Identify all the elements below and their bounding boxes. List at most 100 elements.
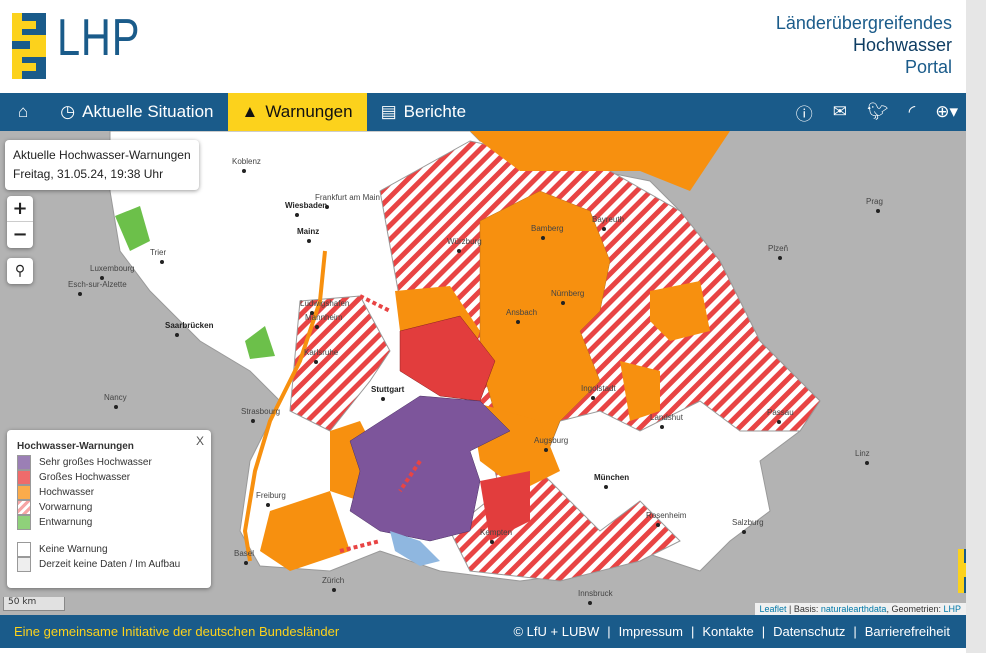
city-dot	[242, 169, 246, 173]
city-dot	[114, 405, 118, 409]
city-dot	[778, 256, 782, 260]
info-date: Freitag, 31.05.24, 19:38 Uhr	[13, 167, 164, 181]
city-label: Plzeň	[768, 244, 789, 253]
title-line-3: Portal	[904, 57, 952, 77]
legend-label: Vorwarnung	[39, 502, 93, 513]
city-dot	[777, 420, 781, 424]
legend-label: Keine Warnung	[39, 544, 108, 555]
legend-item: Entwarnung	[17, 515, 201, 530]
city-dot	[591, 396, 595, 400]
city-dot	[314, 360, 318, 364]
warning-info-box: Aktuelle Hochwasser-Warnungen Freitag, 3…	[5, 140, 199, 190]
city-dot	[541, 236, 545, 240]
title-line-1: Länderübergreifendes	[775, 13, 952, 33]
footer-kontakte[interactable]: Kontakte	[702, 624, 753, 639]
info-title: Aktuelle Hochwasser-Warnungen	[13, 148, 191, 162]
legend-label: Großes Hochwasser	[39, 472, 131, 483]
city-label: Augsburg	[534, 436, 569, 445]
clock-icon: ◷	[60, 102, 76, 121]
city-dot	[865, 461, 869, 465]
header: LHP Länderübergreifendes Hochwasser Port…	[0, 0, 966, 93]
zoom-control: + −	[7, 196, 33, 248]
city-dot	[544, 448, 548, 452]
city-dot	[457, 249, 461, 253]
city-label: Ludwigshafen	[300, 299, 350, 308]
city-dot	[244, 561, 248, 565]
nav-label: Aktuelle Situation	[82, 102, 214, 121]
city-label: Strasbourg	[241, 407, 281, 416]
legend-title: Hochwasser-Warnungen	[17, 441, 134, 452]
city-label: Nürnberg	[551, 289, 585, 298]
city-label: Luxembourg	[90, 264, 135, 273]
city-dot	[660, 425, 664, 429]
nav-berichte[interactable]: ▤ Berichte	[367, 93, 480, 131]
mail-icon[interactable]: ✉	[833, 102, 847, 122]
nav-warnungen[interactable]: ▲ Warnungen	[227, 93, 367, 131]
city-label: Landshut	[650, 413, 683, 422]
legend-item: Vorwarnung	[17, 500, 201, 515]
home-button[interactable]: ⌂	[0, 93, 46, 131]
legend-item: Hochwasser	[17, 485, 201, 500]
city-dot	[310, 311, 314, 315]
globe-icon[interactable]: ⊕▾	[935, 102, 958, 122]
legend-swatch	[17, 557, 31, 572]
city-dot	[604, 485, 608, 489]
attrib-text: , Geometrien:	[886, 604, 944, 614]
city-dot	[876, 209, 880, 213]
attribution: Leaflet | Basis: naturalearthdata, Geome…	[754, 603, 966, 615]
footer-copyright[interactable]: © LfU + LUBW	[513, 624, 599, 639]
legend-close-button[interactable]: X	[196, 434, 204, 448]
naturalearth-link[interactable]: naturalearthdata	[821, 604, 887, 614]
legend-swatch	[17, 455, 31, 470]
footer-datenschutz[interactable]: Datenschutz	[773, 624, 845, 639]
lhp-logo[interactable]	[12, 13, 46, 83]
footer-impressum[interactable]: Impressum	[619, 624, 683, 639]
city-label: Linz	[855, 449, 870, 458]
rss-icon[interactable]: ◜	[909, 102, 916, 122]
city-dot	[516, 320, 520, 324]
city-label: Salzburg	[732, 518, 764, 527]
footer-tagline: Eine gemeinsame Initiative der deutschen…	[14, 624, 340, 639]
legend-label: Sehr großes Hochwasser	[39, 457, 152, 468]
info-icon[interactable]: ⓘ	[796, 100, 813, 125]
home-icon: ⌂	[18, 102, 29, 121]
city-label: Freiburg	[256, 491, 286, 500]
city-label: Mainz	[297, 227, 320, 236]
legend-swatch	[17, 500, 31, 515]
portal-title: Länderübergreifendes Hochwasser Portal	[776, 12, 952, 78]
zoom-out-button[interactable]: −	[7, 222, 33, 248]
zoom-in-button[interactable]: +	[7, 196, 33, 222]
legend-swatch	[17, 542, 31, 557]
city-label: Trier	[150, 248, 167, 257]
city-label: Nancy	[104, 393, 127, 402]
footer-barrierefreiheit[interactable]: Barrierefreiheit	[865, 624, 950, 639]
city-dot	[588, 601, 592, 605]
logo-text: LHP	[57, 9, 141, 67]
city-label: Basel	[234, 549, 255, 558]
legend-item: Großes Hochwasser	[17, 470, 201, 485]
lhp-link[interactable]: LHP	[943, 604, 961, 614]
scale-bar: 50 km	[3, 597, 65, 611]
leaflet-link[interactable]: Leaflet	[760, 604, 787, 614]
city-label: Karlsruhe	[304, 348, 339, 357]
city-label: Kempten	[480, 528, 513, 537]
city-label: Rosenheim	[646, 511, 687, 520]
map[interactable]: Koblenz Frankfurt am Main Wiesbaden Mainz Wü…	[0, 131, 966, 615]
city-dot	[295, 213, 299, 217]
legend-item: Derzeit keine Daten / Im Aufbau	[17, 557, 201, 572]
footer: Eine gemeinsame Initiative der deutschen…	[0, 615, 966, 648]
city-label: Koblenz	[232, 157, 261, 166]
city-label: Passau	[767, 408, 794, 417]
city-dot	[332, 588, 336, 592]
scrollbar[interactable]	[966, 0, 986, 653]
nav-aktuelle-situation[interactable]: ◷ Aktuelle Situation	[46, 93, 227, 131]
legend-label: Entwarnung	[39, 517, 93, 528]
city-dot	[160, 260, 164, 264]
document-icon: ▤	[380, 102, 397, 121]
warning-icon: ▲	[241, 102, 259, 121]
city-dot	[742, 530, 746, 534]
city-label: Bayreuth	[592, 215, 625, 224]
search-button[interactable]: ⚲	[7, 258, 33, 284]
city-dot	[251, 419, 255, 423]
twitter-icon[interactable]: 🐦︎	[867, 102, 889, 122]
